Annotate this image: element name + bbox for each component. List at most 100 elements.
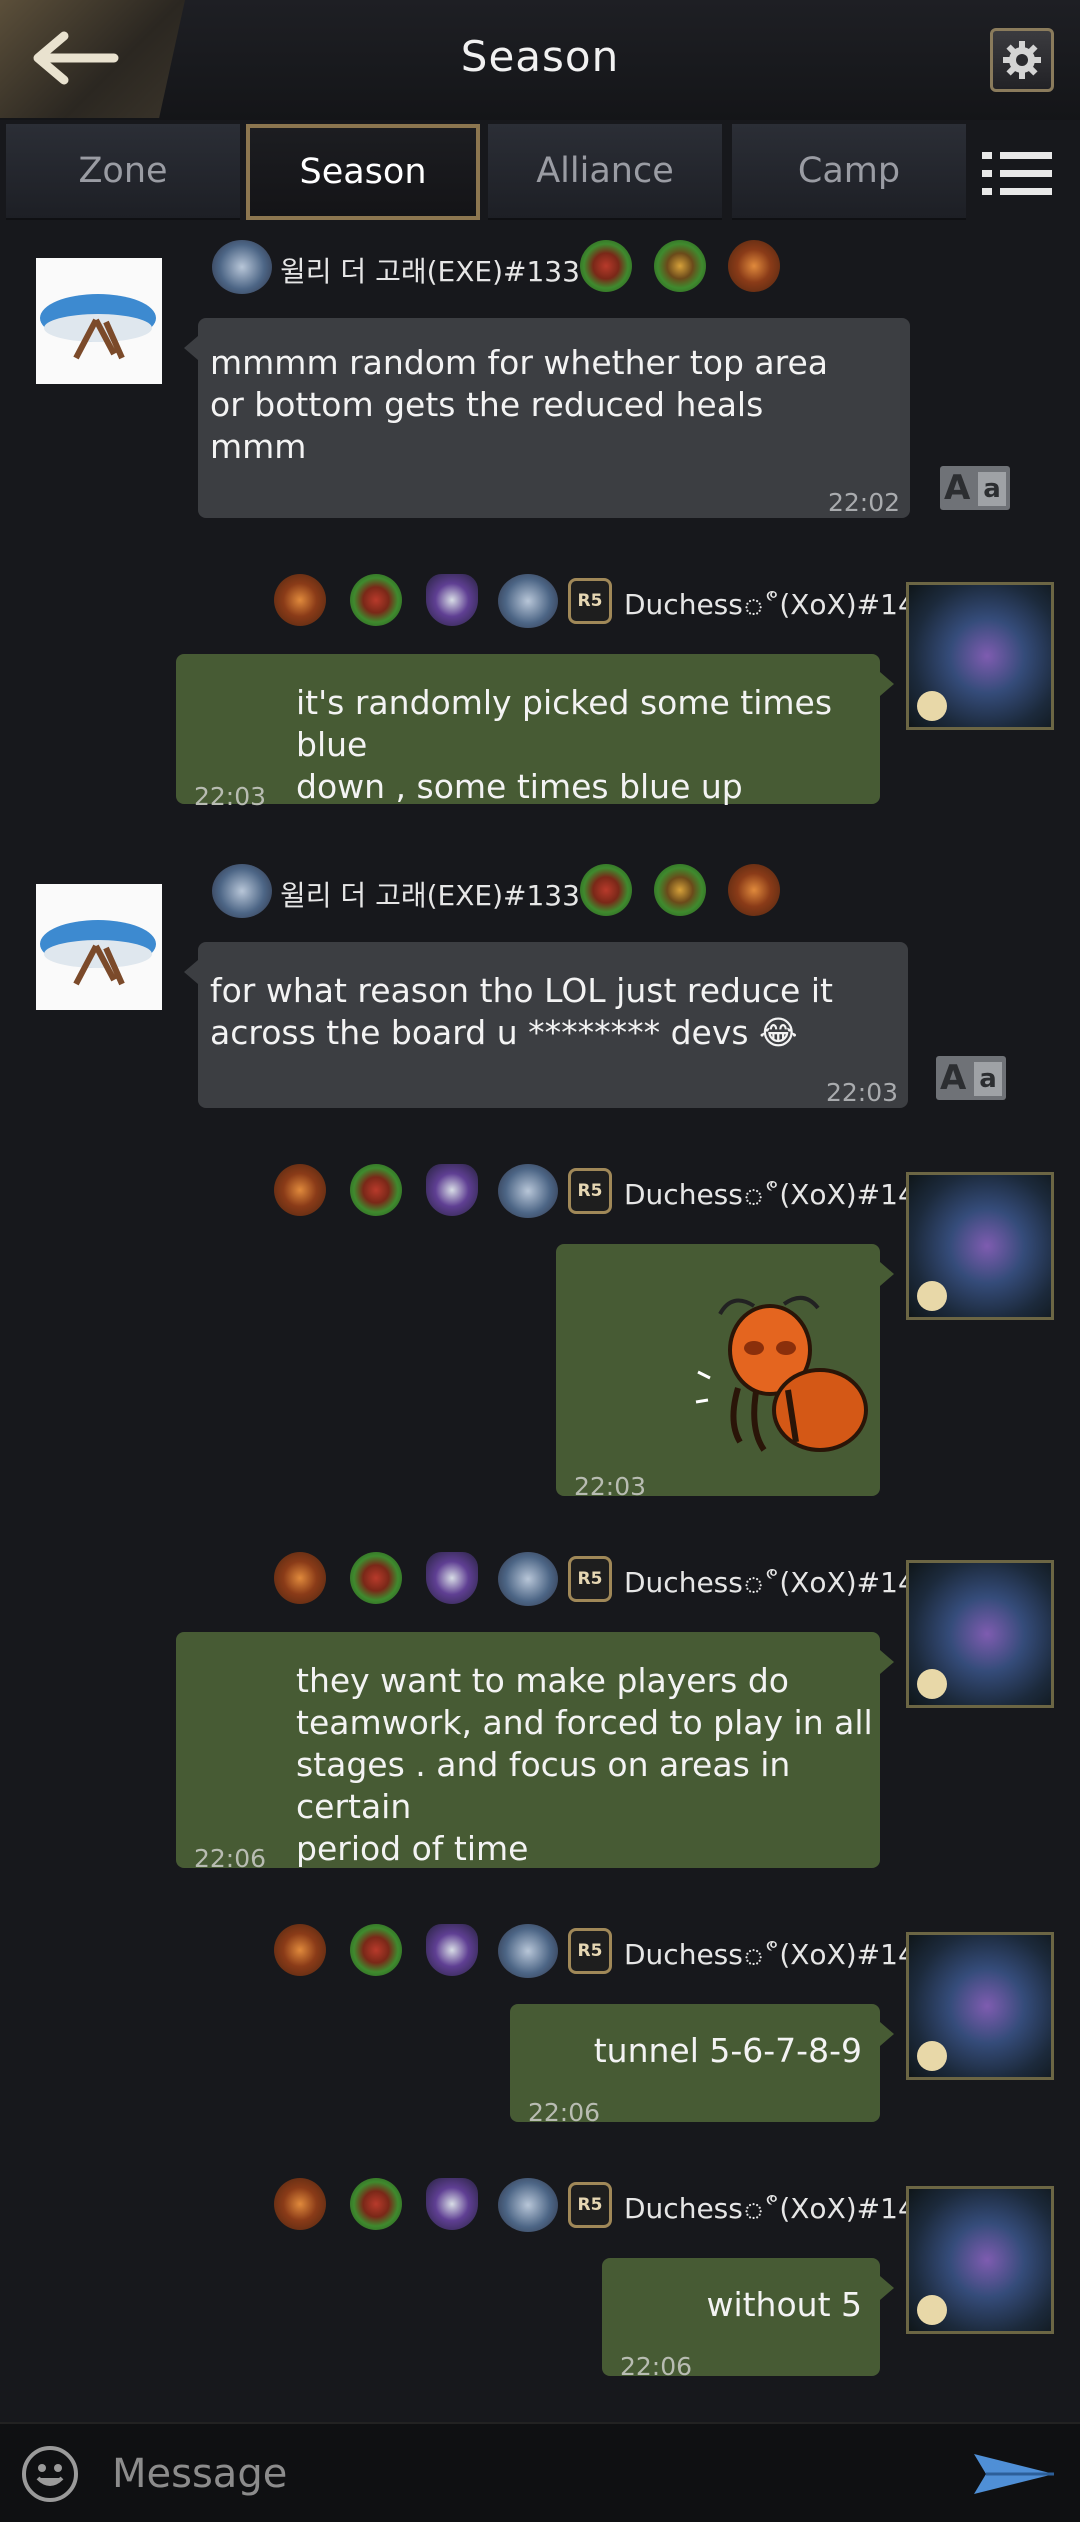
send-arrow-icon <box>974 2454 1054 2494</box>
username[interactable]: Duchessீ(XoX)#14 <box>624 1938 916 1975</box>
settings-button[interactable] <box>990 28 1054 92</box>
shield-badge-icon <box>426 1164 478 1216</box>
medal-badge-icon <box>274 1552 326 1604</box>
medal-badge-icon <box>350 1552 402 1604</box>
whale-badge-icon <box>498 1924 558 1978</box>
whale-badge-icon <box>498 2178 558 2232</box>
user-badges: R5 <box>274 1924 624 1984</box>
page-title: Season <box>460 32 620 81</box>
message-bubble[interactable]: they want to make players do teamwork, a… <box>176 1632 894 1873</box>
avatar[interactable] <box>906 1172 1054 1320</box>
message-composer <box>0 2422 1080 2522</box>
medal-badge-icon <box>654 864 706 916</box>
avatar[interactable] <box>906 2186 1054 2334</box>
profile-icon <box>917 1281 947 1311</box>
rank-badge: R5 <box>568 1928 612 1974</box>
medal-badge-icon <box>274 574 326 626</box>
medal-badge-icon <box>350 1164 402 1216</box>
username[interactable]: Duchessீ(XoX)#14 <box>624 1178 916 1215</box>
avatar[interactable] <box>906 582 1054 730</box>
medal-badge-icon <box>350 1924 402 1976</box>
message-bubble[interactable]: mmmm random for whether top area or bott… <box>184 318 910 518</box>
profile-icon <box>917 691 947 721</box>
message-input[interactable] <box>110 2442 934 2506</box>
profile-icon <box>917 2295 947 2325</box>
medal-badge-icon <box>728 240 780 292</box>
shield-badge-icon <box>426 1924 478 1976</box>
medal-badge-icon <box>728 864 780 916</box>
shield-badge-icon <box>426 2178 478 2230</box>
message-text: for what reason tho LOL just reduce it a… <box>210 971 833 1052</box>
profile-icon <box>917 2041 947 2071</box>
user-badges: R5 <box>274 1552 624 1612</box>
rank-badge: R5 <box>568 1168 612 1214</box>
medal-badge-icon <box>274 1924 326 1976</box>
gear-icon <box>1003 41 1041 79</box>
username[interactable]: Duchessீ(XoX)#14 <box>624 2192 916 2229</box>
avatar[interactable] <box>36 258 162 384</box>
channel-tabs: Zone Season Alliance Camp <box>0 122 1080 222</box>
whale-avatar-image <box>40 920 156 986</box>
profile-icon <box>917 1669 947 1699</box>
tab-zone[interactable]: Zone <box>6 124 240 220</box>
shield-badge-icon <box>426 1552 478 1604</box>
list-menu-button[interactable] <box>982 152 1052 196</box>
user-badges: R5 <box>274 574 624 634</box>
smiley-icon <box>36 2464 64 2486</box>
user-badges: R5 <box>274 2178 624 2238</box>
medal-badge-icon <box>654 240 706 292</box>
ant-sticker <box>695 1296 868 1452</box>
medal-badge-icon <box>350 574 402 626</box>
message-time: 22:02 <box>827 488 900 517</box>
message-text: without 5 <box>706 2285 862 2324</box>
whale-badge-icon <box>212 864 272 918</box>
message-bubble[interactable]: for what reason tho LOL just reduce it a… <box>184 942 908 1108</box>
whale-avatar-image <box>40 294 156 360</box>
whale-badge-icon <box>498 1164 558 1218</box>
username[interactable]: Duchessீ(XoX)#14 <box>624 1566 916 1603</box>
tab-season[interactable]: Season <box>246 124 480 220</box>
message-text: it's randomly picked some times blue dow… <box>296 683 833 806</box>
message-bubble[interactable]: 22:03 <box>556 1244 894 1501</box>
avatar[interactable] <box>36 884 162 1010</box>
rank-badge: R5 <box>568 1556 612 1602</box>
translate-button[interactable]: A a <box>940 466 1010 510</box>
message-time: 22:06 <box>194 1844 267 1873</box>
translate-button[interactable]: A a <box>936 1056 1006 1100</box>
whale-badge-icon <box>498 574 558 628</box>
tab-alliance[interactable]: Alliance <box>488 124 722 220</box>
medal-badge-icon <box>580 864 632 916</box>
emoji-button[interactable] <box>22 2446 78 2502</box>
message-time: 22:06 <box>528 2098 601 2127</box>
username[interactable]: 윌리 더 고래(EXE)#133 <box>280 250 580 290</box>
send-button[interactable] <box>972 2450 1056 2502</box>
message-time: 22:03 <box>825 1078 898 1107</box>
message-time: 22:03 <box>574 1472 647 1501</box>
rank-badge: R5 <box>568 578 612 624</box>
username[interactable]: Duchessீ(XoX)#14 <box>624 588 916 625</box>
user-badges <box>580 240 800 300</box>
rank-badge: R5 <box>568 2182 612 2228</box>
tab-camp[interactable]: Camp <box>732 124 966 220</box>
message-time: 22:06 <box>620 2352 693 2381</box>
medal-badge-icon <box>580 240 632 292</box>
message-text: tunnel 5-6-7-8-9 <box>593 2031 862 2070</box>
message-time: 22:03 <box>194 782 267 811</box>
list-menu-icon <box>982 152 992 159</box>
message-bubble[interactable]: without 5 22:06 <box>602 2258 894 2381</box>
message-bubble[interactable]: tunnel 5-6-7-8-9 22:06 <box>510 2004 894 2127</box>
shield-badge-icon <box>426 574 478 626</box>
avatar[interactable] <box>906 1932 1054 2080</box>
medal-badge-icon <box>274 1164 326 1216</box>
whale-badge-icon <box>498 1552 558 1606</box>
avatar[interactable] <box>906 1560 1054 1708</box>
message-text: mmmm random for whether top area or bott… <box>210 343 828 466</box>
message-bubble[interactable]: it's randomly picked some times blue dow… <box>176 654 894 811</box>
whale-badge-icon <box>212 240 272 294</box>
user-badges: R5 <box>274 1164 624 1224</box>
message-text: they want to make players do teamwork, a… <box>296 1661 873 1868</box>
medal-badge-icon <box>274 2178 326 2230</box>
user-badges <box>580 864 800 924</box>
top-bar: Season <box>0 0 1080 120</box>
username[interactable]: 윌리 더 고래(EXE)#133 <box>280 874 580 914</box>
